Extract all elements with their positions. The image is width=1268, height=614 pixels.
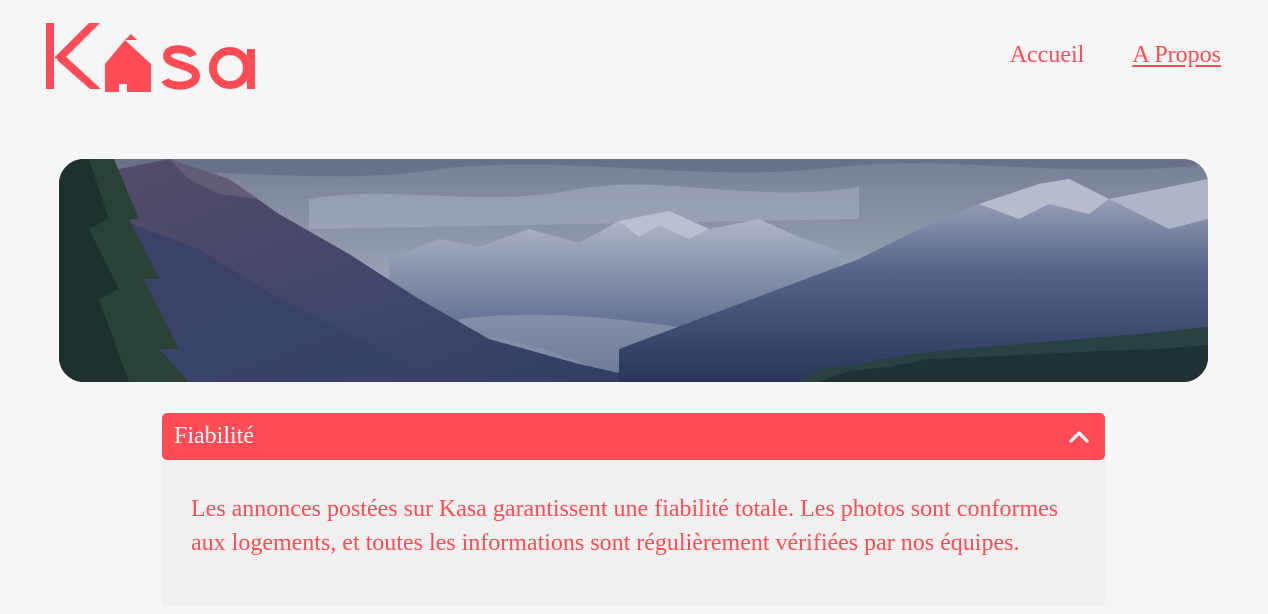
- kasa-logo[interactable]: [45, 22, 260, 94]
- collapse-header[interactable]: Fiabilité: [162, 413, 1105, 460]
- collapse-content: Les annonces postées sur Kasa garantisse…: [162, 460, 1105, 607]
- nav-link-a-propos[interactable]: A Propos: [1132, 42, 1221, 69]
- banner-image: [59, 159, 1208, 382]
- chevron-up-icon[interactable]: [1066, 424, 1092, 450]
- site-header: Accueil A Propos: [0, 0, 1268, 120]
- nav-link-accueil[interactable]: Accueil: [1010, 42, 1085, 69]
- mountain-landscape-image: [59, 159, 1208, 382]
- collapse-title: Fiabilité: [174, 423, 254, 449]
- collapse-text: Les annonces postées sur Kasa garantisse…: [191, 496, 1059, 556]
- main-nav: Accueil A Propos: [1010, 42, 1221, 69]
- collapse-fiabilite: Fiabilité Les annonces postées sur Kasa …: [162, 413, 1105, 607]
